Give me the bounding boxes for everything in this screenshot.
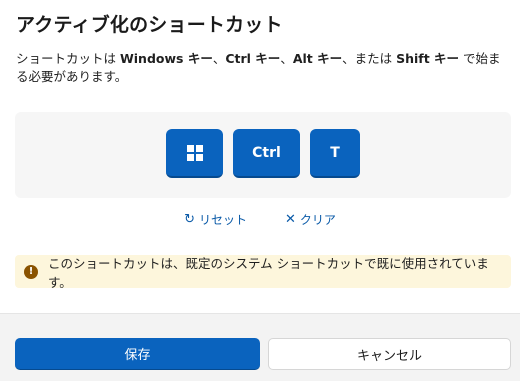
- windows-logo-icon: [186, 144, 203, 161]
- dialog-description: ショートカットは Windows キー、Ctrl キー、Alt キー、または S…: [16, 50, 512, 86]
- description-key-windows: Windows キー: [119, 51, 213, 66]
- shortcut-keys-panel: Ctrl T: [15, 112, 511, 198]
- key-ctrl: Ctrl: [233, 129, 300, 178]
- description-key-ctrl: Ctrl キー: [225, 51, 281, 66]
- key-windows: [166, 129, 223, 178]
- description-text: 、または: [342, 51, 397, 66]
- clear-button[interactable]: ✕ クリア: [285, 211, 336, 228]
- reset-icon: ↻: [184, 211, 195, 227]
- dialog-title: アクティブ化のショートカット: [16, 14, 283, 36]
- save-button[interactable]: 保存: [15, 338, 260, 370]
- description-key-shift: Shift キー: [396, 51, 460, 66]
- reset-label: リセット: [198, 213, 247, 227]
- reset-button[interactable]: ↻ リセット: [184, 211, 247, 228]
- description-text: ショートカットは: [16, 51, 120, 66]
- key-t: T: [310, 129, 360, 178]
- clear-label: クリア: [299, 213, 336, 227]
- dialog-footer: 保存 キャンセル: [0, 313, 520, 381]
- description-separator: 、: [212, 51, 226, 66]
- description-separator: 、: [280, 51, 293, 66]
- description-key-alt: Alt キー: [292, 51, 343, 66]
- close-icon: ✕: [285, 211, 296, 227]
- shortcut-keys: Ctrl T: [15, 129, 511, 178]
- warning-message: このショートカットは、既定のシステム ショートカットで既に使用されています。: [48, 255, 489, 290]
- cancel-button[interactable]: キャンセル: [268, 338, 511, 370]
- warning-icon: !: [24, 264, 38, 279]
- warning-banner: ! このショートカットは、既定のシステム ショートカットで既に使用されています。: [15, 255, 511, 290]
- shortcut-actions: ↻ リセット ✕ クリア: [0, 211, 520, 228]
